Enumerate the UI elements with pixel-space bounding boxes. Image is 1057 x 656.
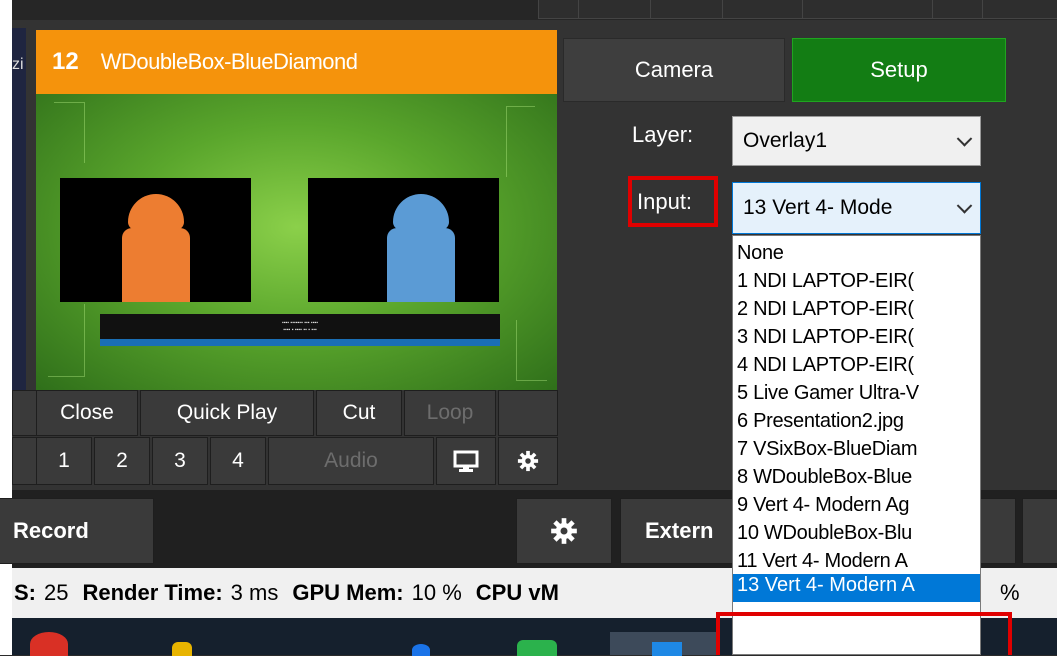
dropdown-option[interactable]: 1 NDI LAPTOP-EIR( (737, 270, 914, 298)
input-select[interactable]: 13 Vert 4- Mode (732, 182, 981, 234)
video-box-right (308, 178, 499, 302)
dropdown-option[interactable]: 11 Vert 4- Modern A (737, 550, 908, 572)
previous-input-name-fragment: zi (12, 56, 24, 73)
monitor-icon (453, 450, 479, 472)
more-button[interactable] (1022, 498, 1057, 564)
audio-button[interactable]: Audio (268, 437, 434, 485)
gear-icon (517, 450, 539, 472)
gpu-mem-value: 10 % (411, 580, 462, 605)
person-body (122, 228, 190, 302)
chrome-icon[interactable] (30, 632, 68, 656)
input-dropdown-list: None 1 NDI LAPTOP-EIR( 2 NDI LAPTOP-EIR(… (732, 235, 981, 655)
dropdown-option[interactable]: 6 Presentation2.jpg (737, 410, 904, 438)
cpu-value-tail: % (1000, 580, 1020, 605)
chevron-down-icon (956, 131, 973, 147)
lower-third-text: ▪▪▪▪ ▪ ▪▪▪▪ ▪▪ ▪ ▪▪▪ (283, 327, 317, 333)
top-strip-segment[interactable] (538, 0, 580, 19)
layer-label: Layer: (632, 122, 694, 147)
layer-select-value: Overlay1 (743, 129, 828, 152)
fps-label: S: (14, 580, 36, 605)
top-toolbar-strip (12, 0, 1057, 20)
person-head (393, 194, 449, 230)
highlight-box (716, 612, 1012, 655)
cut-button[interactable]: Cut (316, 390, 402, 436)
person-body (387, 228, 455, 302)
app-icon[interactable] (412, 644, 430, 656)
top-strip-segment[interactable] (932, 0, 984, 19)
loop-button[interactable]: Loop (404, 390, 496, 436)
highlight-box (628, 176, 718, 227)
top-strip-segment[interactable] (578, 0, 652, 19)
dropdown-option[interactable]: 5 Live Gamer Ultra-V (737, 382, 919, 410)
lower-third-bar (100, 339, 500, 346)
dropdown-option[interactable]: 9 Vert 4- Modern Ag (737, 494, 909, 522)
settings-button[interactable] (516, 498, 612, 564)
dropdown-option[interactable]: 7 VSixBox-BlueDiam (737, 438, 918, 466)
input-settings-button[interactable] (498, 437, 558, 485)
circuit-trace (48, 304, 85, 377)
dropdown-option[interactable]: 4 NDI LAPTOP-EIR( (737, 354, 914, 382)
gear-icon (551, 518, 577, 544)
folder-icon[interactable] (172, 642, 192, 656)
dropdown-option[interactable]: 8 WDoubleBox-Blue (737, 466, 912, 494)
app-icon[interactable] (652, 642, 682, 656)
previous-panel-button[interactable] (12, 390, 38, 436)
previous-input-edge[interactable]: zi (12, 28, 26, 393)
input-preview[interactable]: ▪▪▪▪ ▪▪▪▪▪▪▪ ▪▪▪ ▪▪▪▪ ▪▪▪▪ ▪ ▪▪▪▪ ▪▪ ▪ ▪… (36, 94, 557, 390)
dropdown-option-selected[interactable]: 13 Vert 4- Modern A (733, 574, 980, 602)
overlay-controls: 1 2 3 4 Audio (12, 437, 558, 485)
close-button[interactable]: Close (36, 390, 138, 436)
app-icon[interactable] (517, 640, 557, 656)
render-time-label: Render Time: (82, 580, 223, 605)
video-box-left (60, 178, 251, 302)
external-monitor-button[interactable] (436, 437, 496, 485)
chevron-down-icon (956, 198, 973, 214)
top-strip-segment[interactable] (650, 0, 724, 19)
input-number: 12 (52, 48, 79, 75)
quick-play-button[interactable]: Quick Play (140, 390, 314, 436)
input-name: WDoubleBox-BlueDiamond (100, 49, 358, 74)
gpu-mem-label: GPU Mem: (292, 580, 404, 605)
blank-button[interactable] (498, 390, 558, 436)
overlay-1-button[interactable]: 1 (36, 437, 92, 485)
person-head (128, 194, 184, 230)
overlay-2-button[interactable]: 2 (94, 437, 150, 485)
input-controls: Close Quick Play Cut Loop (12, 390, 558, 436)
render-time-value: 3 ms (230, 580, 279, 605)
lower-third: ▪▪▪▪ ▪▪▪▪▪▪▪ ▪▪▪ ▪▪▪▪ ▪▪▪▪ ▪ ▪▪▪▪ ▪▪ ▪ ▪… (100, 314, 500, 346)
cpu-label: CPU vM (475, 580, 559, 605)
fps-value: 25 (44, 580, 69, 605)
previous-panel-button[interactable] (12, 437, 38, 485)
camera-button[interactable]: Camera (563, 38, 785, 102)
dropdown-option[interactable]: 10 WDoubleBox-Blu (737, 522, 912, 550)
record-button[interactable]: Record (0, 498, 154, 564)
top-strip-segment[interactable] (982, 0, 1057, 19)
top-strip-segment[interactable] (802, 0, 934, 19)
dropdown-option[interactable]: None (737, 242, 784, 270)
input-title-bar[interactable]: 12 WDoubleBox-BlueDiamond (36, 30, 557, 94)
circuit-trace (516, 320, 547, 381)
top-strip-segment[interactable] (722, 0, 804, 19)
dropdown-option[interactable]: 3 NDI LAPTOP-EIR( (737, 326, 914, 354)
lower-third-text: ▪▪▪▪ ▪▪▪▪▪▪▪ ▪▪▪ ▪▪▪▪ (281, 320, 319, 326)
overlay-3-button[interactable]: 3 (152, 437, 208, 485)
dropdown-option[interactable]: 2 NDI LAPTOP-EIR( (737, 298, 914, 326)
layer-select[interactable]: Overlay1 (732, 116, 981, 166)
circuit-trace (54, 102, 85, 163)
overlay-4-button[interactable]: 4 (210, 437, 266, 485)
circuit-trace (506, 106, 535, 177)
setup-button[interactable]: Setup (792, 38, 1006, 102)
input-select-value: 13 Vert 4- Mode (743, 196, 893, 219)
